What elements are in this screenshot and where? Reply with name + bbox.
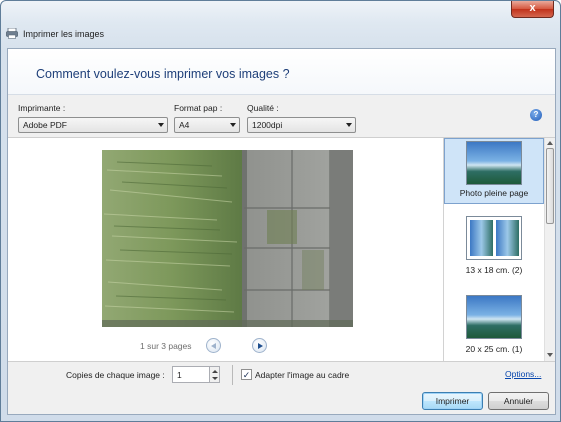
dialog-client: Comment voulez-vous imprimer vos images … xyxy=(7,48,556,415)
divider xyxy=(232,365,233,385)
layout-item-13x18[interactable]: 13 x 18 cm. (2) xyxy=(444,216,544,282)
next-page-button[interactable] xyxy=(252,338,267,353)
layout-thumbnail xyxy=(466,295,522,339)
layout-item-20x25[interactable]: 20 x 25 cm. (1) xyxy=(444,295,544,361)
chevron-down-icon xyxy=(230,123,236,127)
paper-select-value: A4 xyxy=(179,120,190,130)
printer-select-value: Adobe PDF xyxy=(23,120,67,130)
scroll-up-icon[interactable] xyxy=(547,141,553,145)
options-link[interactable]: Options... xyxy=(505,369,541,379)
close-button[interactable]: x xyxy=(511,1,554,18)
dialog-buttons: Imprimer Annuler xyxy=(8,387,555,414)
dialog-header: Comment voulez-vous imprimer vos images … xyxy=(8,49,555,95)
layout-item-full-page[interactable]: Photo pleine page xyxy=(444,138,544,204)
cancel-button[interactable]: Annuler xyxy=(488,392,549,410)
window-title: Imprimer les images xyxy=(23,29,105,39)
layout-thumbnail xyxy=(466,141,522,185)
print-button[interactable]: Imprimer xyxy=(422,392,483,410)
layout-label: 20 x 25 cm. (1) xyxy=(465,344,523,354)
quality-select-value: 1200dpi xyxy=(252,120,283,130)
arrow-right-icon xyxy=(258,343,263,349)
preview-photo-graphic xyxy=(102,150,353,327)
layout-label: Photo pleine page xyxy=(459,188,529,198)
paper-label: Format pap : xyxy=(174,103,223,113)
help-icon[interactable]: ? xyxy=(530,109,542,121)
page-counter: 1 sur 3 pages xyxy=(140,341,192,351)
previous-page-button[interactable] xyxy=(206,338,221,353)
print-preview: 1 sur 3 pages xyxy=(8,138,443,361)
print-options-row: Imprimante : Adobe PDF Format pap : A4 Q… xyxy=(8,95,555,138)
printer-label: Imprimante : xyxy=(18,103,66,113)
copies-spinner[interactable] xyxy=(209,366,220,383)
spin-up-icon[interactable] xyxy=(212,370,218,373)
printer-select[interactable]: Adobe PDF xyxy=(18,117,168,133)
quality-select[interactable]: 1200dpi xyxy=(247,117,356,133)
layout-list: Photo pleine page 13 x 18 cm. (2) 20 x 2… xyxy=(443,138,555,361)
fit-image-checkbox[interactable]: ✓ xyxy=(241,369,252,380)
spin-down-icon[interactable] xyxy=(212,377,218,380)
copies-input[interactable]: 1 xyxy=(172,366,210,383)
layout-scrollbar[interactable] xyxy=(544,138,555,361)
paper-select[interactable]: A4 xyxy=(174,117,240,133)
fit-image-label[interactable]: Adapter l'image au cadre xyxy=(255,370,349,380)
chevron-down-icon xyxy=(158,123,164,127)
layout-thumbnail xyxy=(466,216,522,260)
printer-icon xyxy=(6,28,18,39)
page-title: Comment voulez-vous imprimer vos images … xyxy=(36,67,290,81)
arrow-left-icon xyxy=(211,343,216,349)
scroll-down-icon[interactable] xyxy=(547,353,553,357)
scrollbar-thumb[interactable] xyxy=(546,148,554,224)
layout-label: 13 x 18 cm. (2) xyxy=(465,265,523,275)
layout-thumb-photo xyxy=(470,220,493,256)
chevron-down-icon xyxy=(346,123,352,127)
window-frame: x Imprimer les images Comment voulez-vou… xyxy=(0,0,561,422)
quality-label: Qualité : xyxy=(247,103,279,113)
copies-label: Copies de chaque image : xyxy=(66,370,165,380)
copies-row: Copies de chaque image : 1 ✓ Adapter l'i… xyxy=(8,361,555,387)
layout-thumb-photo xyxy=(496,220,519,256)
preview-image xyxy=(102,150,353,327)
